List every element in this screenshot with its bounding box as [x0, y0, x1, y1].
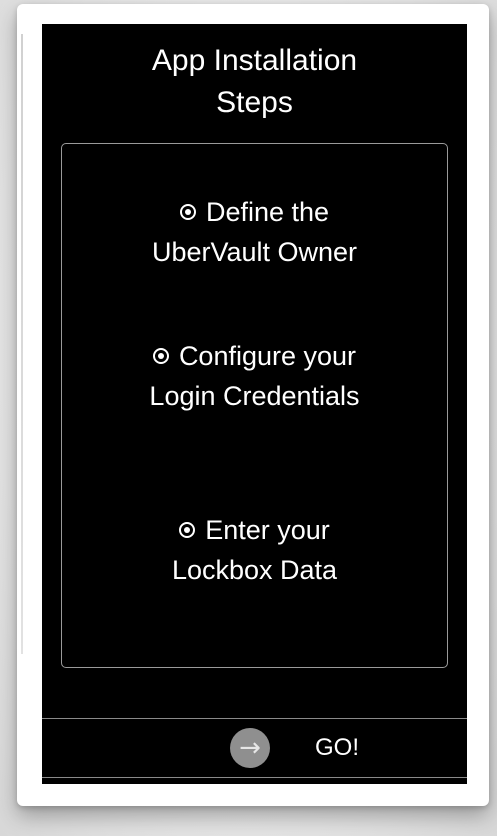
footer-bar: → GO!: [42, 718, 467, 778]
frame-divider: [21, 34, 23, 654]
page-title: App Installation Steps: [151, 44, 358, 119]
go-button[interactable]: → GO!: [230, 728, 359, 768]
radio-selected-icon: [152, 347, 169, 364]
go-label[interactable]: GO!: [315, 729, 359, 767]
radio-selected-icon: [179, 521, 196, 538]
right-arrow-icon[interactable]: →: [230, 728, 270, 768]
step-configure-credentials[interactable]: Configure your Login Credentials: [62, 336, 447, 416]
installation-steps-box: Define the UberVault Owner Configure you…: [61, 143, 448, 668]
radio-selected-icon: [179, 203, 196, 220]
step-label: Enter your Lockbox Data: [171, 515, 338, 585]
step-enter-lockbox-data[interactable]: Enter your Lockbox Data: [62, 510, 447, 590]
step-define-owner[interactable]: Define the UberVault Owner: [62, 192, 447, 272]
app-screen: App Installation Steps Define the UberVa…: [42, 24, 467, 784]
step-label: Configure your Login Credentials: [149, 341, 360, 411]
